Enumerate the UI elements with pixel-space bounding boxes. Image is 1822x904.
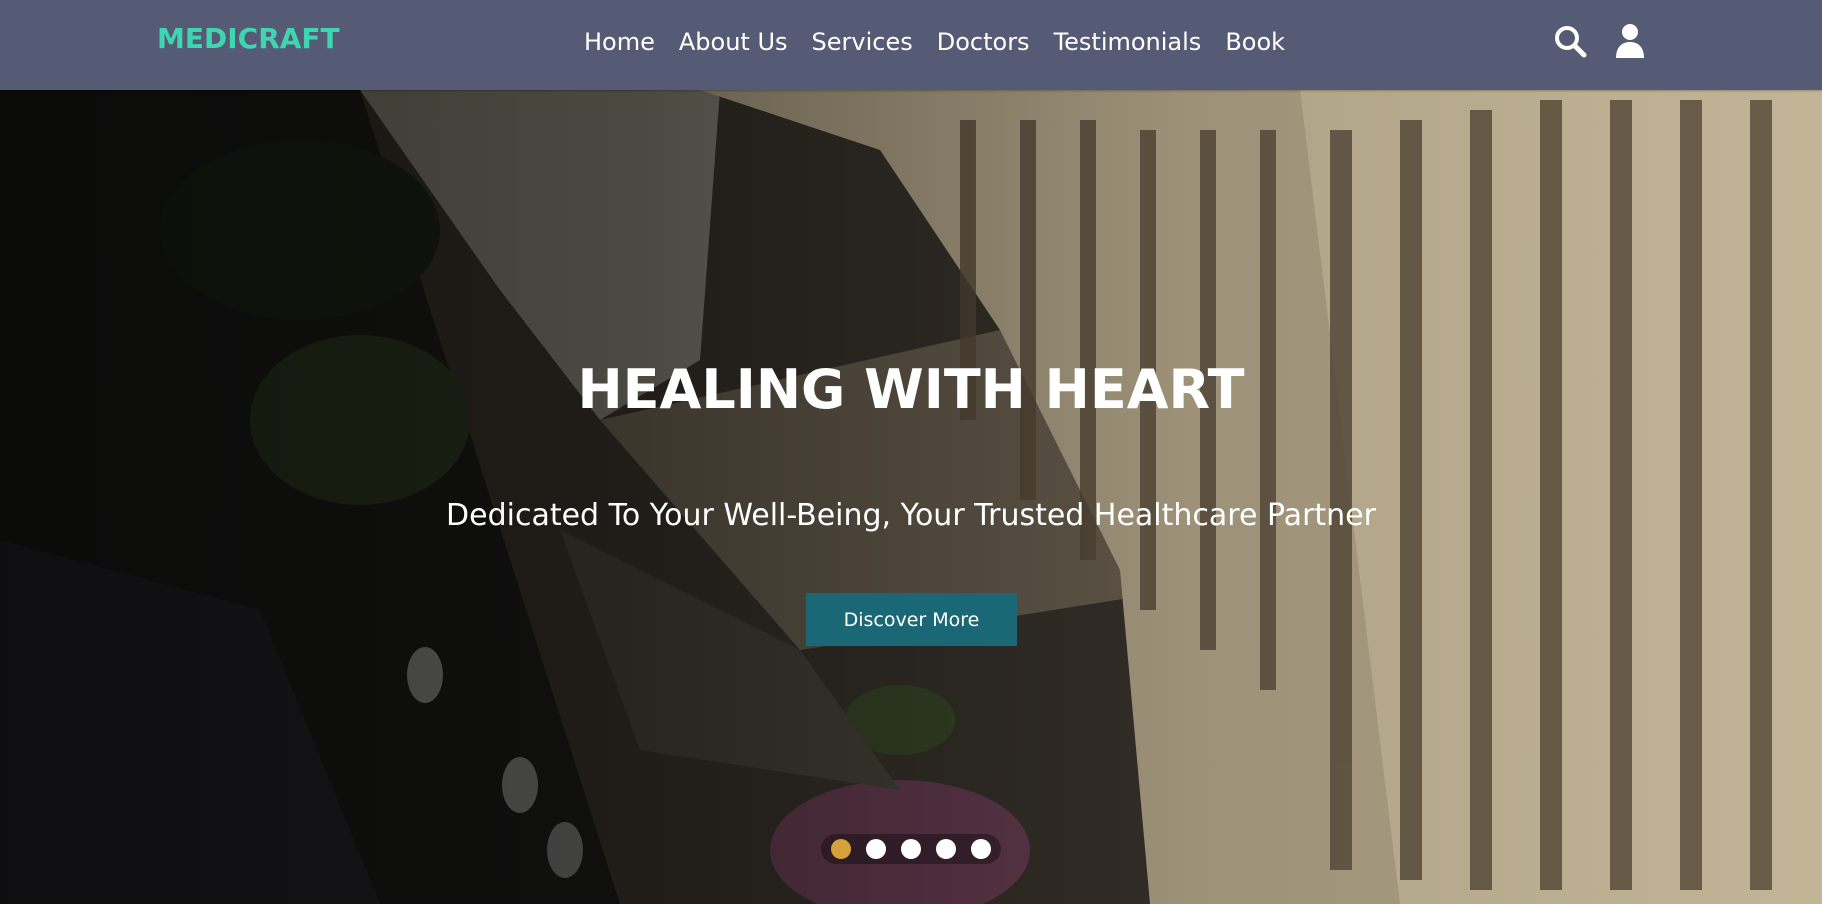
nav-link-book[interactable]: Book [1225, 25, 1285, 59]
navbar: MEDICRAFT Home About Us Services Doctors… [0, 0, 1822, 90]
logo[interactable]: MEDICRAFT [157, 22, 340, 55]
nav-item-home: Home [584, 25, 655, 59]
discover-more-button[interactable]: Discover More [806, 593, 1017, 646]
nav-item-doctors: Doctors [937, 25, 1030, 59]
slider-dots [821, 834, 1001, 864]
slide-dot-3[interactable] [901, 839, 921, 859]
nav-link-services[interactable]: Services [812, 25, 913, 59]
slide-dot-1[interactable] [831, 839, 851, 859]
hero-subtitle: Dedicated To Your Well-Being, Your Trust… [446, 498, 1376, 533]
nav-link-about-us[interactable]: About Us [679, 25, 788, 59]
nav-link-doctors[interactable]: Doctors [937, 25, 1030, 59]
search-icon[interactable] [1552, 22, 1588, 60]
nav-link-testimonials[interactable]: Testimonials [1054, 25, 1202, 59]
nav-item-services: Services [812, 25, 913, 59]
nav-item-book: Book [1225, 25, 1285, 59]
nav-item-testimonials: Testimonials [1054, 25, 1202, 59]
slide-dot-5[interactable] [971, 839, 991, 859]
nav-icons [1552, 22, 1648, 60]
nav-link-home[interactable]: Home [584, 25, 655, 59]
user-icon[interactable] [1612, 22, 1648, 60]
slide-dot-4[interactable] [936, 839, 956, 859]
hero-overlay [0, 90, 1822, 904]
slide-dot-2[interactable] [866, 839, 886, 859]
nav-item-about: About Us [679, 25, 788, 59]
hero-title: HEALING WITH HEART [577, 358, 1245, 421]
nav-links: Home About Us Services Doctors Testimoni… [584, 25, 1285, 59]
hero-banner: HEALING WITH HEART Dedicated To Your Wel… [0, 90, 1822, 904]
